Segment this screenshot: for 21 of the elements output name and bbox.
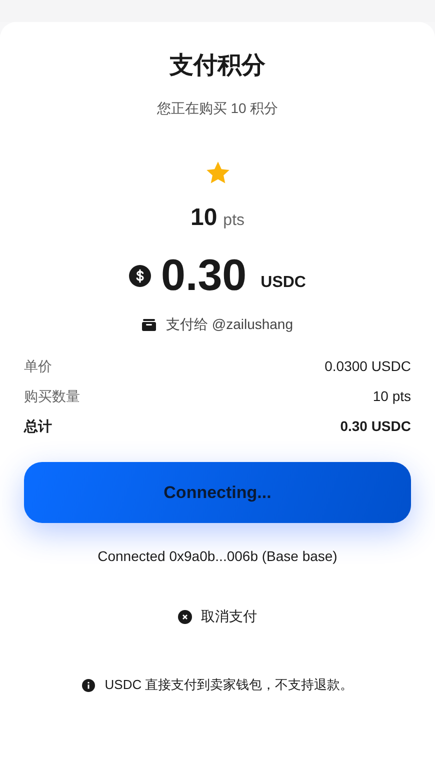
close-icon	[178, 610, 192, 624]
amount-value: 0.30	[161, 250, 247, 302]
subtitle: 您正在购买 10 积分	[156, 99, 278, 118]
summary-label: 总计	[24, 417, 52, 436]
points-unit: pts	[223, 212, 245, 230]
cancel-button[interactable]: 取消支付	[178, 608, 257, 626]
summary-value: 10 pts	[372, 387, 411, 406]
points-value: 10	[190, 204, 218, 232]
dollar-icon	[129, 265, 151, 287]
summary-value: 0.30 USDC	[340, 417, 411, 436]
summary-label: 购买数量	[24, 387, 80, 406]
summary-label: 单价	[24, 357, 52, 376]
star-icon	[204, 160, 230, 186]
summary-value: 0.0300 USDC	[324, 357, 411, 376]
wallet-status: Connected 0x9a0b...006b (Base base)	[98, 548, 338, 564]
pay-to-text: 支付给 @zailushang	[166, 316, 294, 334]
info-icon	[82, 678, 95, 692]
amount-currency: USDC	[260, 274, 306, 292]
page-title: 支付积分	[170, 51, 266, 81]
note-text: USDC 直接支付到卖家钱包，不支持退款。	[104, 676, 354, 694]
wallet-icon	[142, 319, 156, 331]
